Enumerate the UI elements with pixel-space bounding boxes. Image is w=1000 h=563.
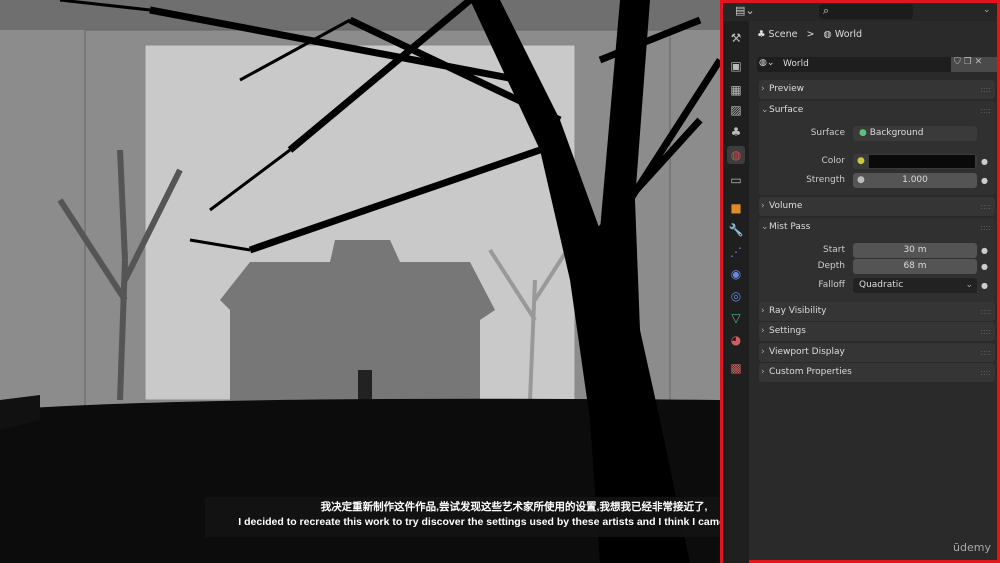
chevron-right-icon: › bbox=[761, 347, 765, 357]
keyframe-dot[interactable]: ● bbox=[981, 176, 988, 185]
udemy-watermark: ūdemy bbox=[953, 541, 991, 554]
chevron-right-icon: › bbox=[761, 84, 765, 94]
chevron-down-icon: ⌄ bbox=[761, 222, 769, 232]
modifier-tab-icon[interactable]: 🔧 bbox=[727, 221, 745, 239]
drag-grip-icon[interactable]: :::: bbox=[980, 218, 991, 237]
datablock-actions: ⛉ ❐ ✕ bbox=[951, 57, 997, 72]
falloff-value: Quadratic bbox=[859, 280, 904, 290]
mist-start-field[interactable]: 30 m bbox=[853, 243, 977, 258]
3d-viewport[interactable]: 我决定重新制作这件作品,尝试发现这些艺术家所使用的设置,我想我已经非常接近了, … bbox=[0, 0, 720, 563]
section-preview[interactable]: › Preview:::: bbox=[759, 80, 995, 99]
section-title: Preview bbox=[769, 84, 805, 94]
drag-grip-icon[interactable]: :::: bbox=[980, 80, 991, 99]
search-icon: ⌕ bbox=[823, 4, 830, 17]
keyframe-dot[interactable]: ● bbox=[981, 281, 988, 290]
duplicate-icon[interactable]: ❐ bbox=[964, 57, 972, 67]
section-title: Surface bbox=[769, 105, 804, 115]
scene-icon: ♣ bbox=[757, 29, 769, 40]
section-mist-pass[interactable]: ⌄ Mist Pass:::: bbox=[759, 218, 995, 237]
mist-start-label: Start bbox=[823, 245, 845, 255]
unlink-x-icon[interactable]: ✕ bbox=[975, 57, 983, 67]
chevron-right-icon: › bbox=[761, 306, 765, 316]
color-swatch[interactable] bbox=[869, 155, 975, 168]
world-properties: ♣ Scene > ◍ World 📌 ◍⌄ World ⛉ ❐ ✕ ›Prev… bbox=[749, 21, 997, 560]
scene-tab-icon[interactable]: ♣ bbox=[727, 123, 745, 141]
mist-depth-field[interactable]: 68 m bbox=[853, 259, 977, 274]
panel-header: ▤⌄ ⌕ ⌄ bbox=[723, 3, 997, 21]
properties-tabs: ⚒ ▣ ▦ ▨ ♣ ◍ ▭ ■ 🔧 ⋰ ◉ ◎ ▽ ◕ ▩ bbox=[723, 21, 749, 563]
section-ray-visibility[interactable]: › Ray Visibility:::: bbox=[759, 302, 995, 321]
chevron-right-icon: › bbox=[761, 326, 765, 336]
breadcrumb-scene[interactable]: Scene bbox=[769, 29, 798, 40]
world-browse-icon[interactable]: ◍⌄ bbox=[759, 58, 774, 68]
surface-shader-value: Background bbox=[869, 128, 924, 138]
surface-label: Surface bbox=[810, 128, 845, 138]
output-tab-icon[interactable]: ▦ bbox=[727, 81, 745, 99]
breadcrumb-separator: > bbox=[806, 29, 815, 40]
strength-value: 1.000 bbox=[902, 175, 928, 185]
section-title: Settings bbox=[769, 326, 806, 336]
drag-grip-icon[interactable]: :::: bbox=[980, 322, 991, 341]
drag-grip-icon[interactable]: :::: bbox=[980, 101, 991, 120]
section-title: Ray Visibility bbox=[769, 306, 827, 316]
render-tab-icon[interactable]: ▣ bbox=[727, 57, 745, 75]
options-dropdown-icon[interactable]: ⌄ bbox=[983, 5, 991, 15]
section-title: Volume bbox=[769, 201, 803, 211]
scene-render bbox=[0, 0, 720, 563]
chevron-right-icon: › bbox=[761, 367, 765, 377]
drag-grip-icon[interactable]: :::: bbox=[980, 343, 991, 362]
world-name-field[interactable]: World bbox=[783, 59, 809, 69]
section-title: Mist Pass bbox=[769, 222, 811, 232]
mist-depth-label: Depth bbox=[817, 261, 845, 271]
color-field[interactable]: ● bbox=[853, 154, 977, 169]
tool-tab-icon[interactable]: ⚒ bbox=[727, 29, 745, 47]
constraints-tab-icon[interactable]: ◎ bbox=[727, 287, 745, 305]
section-viewport-display[interactable]: › Viewport Display:::: bbox=[759, 343, 995, 362]
section-title: Viewport Display bbox=[769, 347, 845, 357]
drag-grip-icon[interactable]: :::: bbox=[980, 197, 991, 216]
section-custom-properties[interactable]: › Custom Properties:::: bbox=[759, 363, 995, 382]
mist-falloff-label: Falloff bbox=[818, 280, 845, 290]
drag-grip-icon[interactable]: :::: bbox=[980, 363, 991, 382]
world-icon: ◍ bbox=[823, 29, 835, 40]
keyframe-dot[interactable]: ● bbox=[981, 157, 988, 166]
physics-tab-icon[interactable]: ◉ bbox=[727, 265, 745, 283]
view-layer-tab-icon[interactable]: ▨ bbox=[727, 101, 745, 119]
particles-tab-icon[interactable]: ⋰ bbox=[727, 243, 745, 261]
collection-tab-icon[interactable]: ▭ bbox=[727, 171, 745, 189]
chevron-down-icon: ⌄ bbox=[965, 280, 973, 290]
subtitle-en: I decided to recreate this work to try d… bbox=[238, 516, 720, 528]
section-title: Custom Properties bbox=[769, 367, 852, 377]
fake-user-shield-icon[interactable]: ⛉ bbox=[954, 57, 961, 67]
editor-type-icon[interactable]: ▤⌄ bbox=[735, 4, 755, 17]
keyframe-dot[interactable]: ● bbox=[981, 262, 988, 271]
chevron-down-icon: ⌄ bbox=[761, 105, 769, 115]
breadcrumb: ♣ Scene > ◍ World bbox=[757, 29, 862, 40]
world-tab-icon[interactable]: ◍ bbox=[727, 146, 745, 164]
section-settings[interactable]: › Settings:::: bbox=[759, 322, 995, 341]
chevron-right-icon: › bbox=[761, 201, 765, 211]
surface-shader-field[interactable]: ● Background bbox=[853, 126, 977, 141]
section-surface[interactable]: ⌄ Surface:::: bbox=[759, 101, 995, 120]
object-tab-icon[interactable]: ■ bbox=[727, 199, 745, 217]
section-volume[interactable]: › Volume:::: bbox=[759, 197, 995, 216]
material-tab-icon[interactable]: ◕ bbox=[727, 331, 745, 349]
data-tab-icon[interactable]: ▽ bbox=[727, 309, 745, 327]
drag-grip-icon[interactable]: :::: bbox=[980, 302, 991, 321]
mist-falloff-dropdown[interactable]: Quadratic ⌄ bbox=[853, 278, 977, 293]
keyframe-dot[interactable]: ● bbox=[981, 246, 988, 255]
properties-panel: ▤⌄ ⌕ ⌄ ⚒ ▣ ▦ ▨ ♣ ◍ ▭ ■ 🔧 ⋰ ◉ ◎ ▽ ◕ ▩ ♣ S… bbox=[720, 0, 1000, 563]
link-dot-icon: ● bbox=[857, 175, 865, 185]
world-datablock-selector[interactable]: ◍⌄ World ⛉ ❐ ✕ bbox=[757, 57, 997, 72]
subtitle-box: 我决定重新制作这件作品,尝试发现这些艺术家所使用的设置,我想我已经非常接近了, … bbox=[205, 497, 720, 537]
search-input[interactable]: ⌕ bbox=[819, 4, 913, 19]
breadcrumb-world[interactable]: World bbox=[835, 29, 862, 40]
strength-label: Strength bbox=[806, 175, 845, 185]
color-label: Color bbox=[821, 156, 846, 166]
subtitle-zh: 我决定重新制作这件作品,尝试发现这些艺术家所使用的设置,我想我已经非常接近了, bbox=[320, 501, 708, 513]
strength-field[interactable]: ● 1.000 bbox=[853, 173, 977, 188]
texture-tab-icon[interactable]: ▩ bbox=[727, 359, 745, 377]
